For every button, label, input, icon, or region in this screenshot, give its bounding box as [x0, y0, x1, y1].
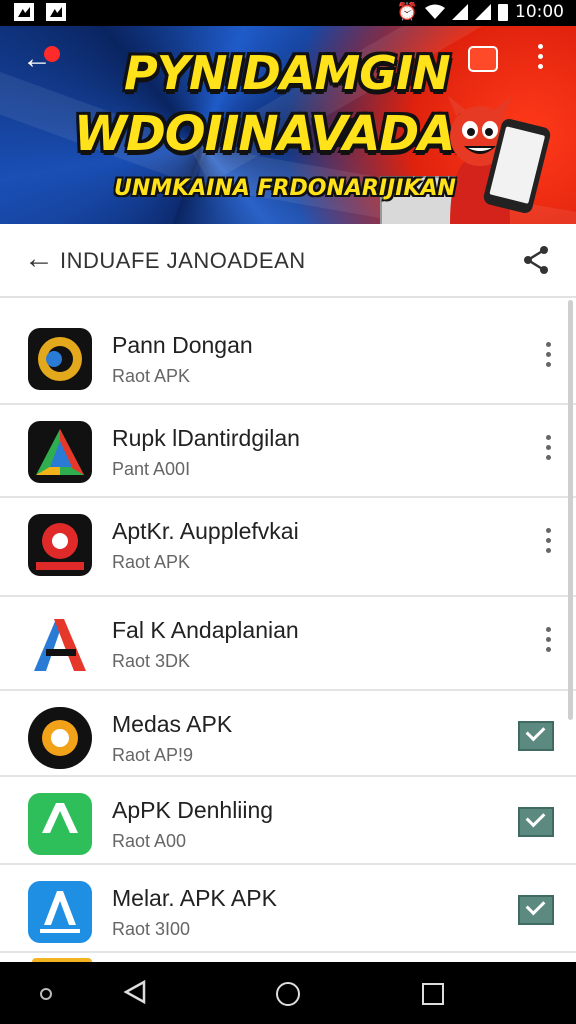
app-subtitle: Raot APK — [112, 366, 191, 386]
overflow-menu-icon[interactable] — [546, 528, 554, 558]
nav-dot-icon[interactable] — [40, 988, 52, 1000]
checkbox[interactable] — [518, 721, 554, 751]
status-time: 10:00 — [515, 2, 564, 22]
status-icons: ⏰ 10:00 — [397, 2, 564, 22]
chat-icon[interactable] — [468, 46, 498, 72]
app-subtitle: Raot 3I00 — [112, 919, 191, 939]
app-name: Rupk lDantirdgilan — [112, 425, 300, 451]
share-icon[interactable] — [520, 244, 552, 276]
app-name: Pann Dongan — [112, 332, 253, 358]
navigation-bar — [0, 962, 576, 1024]
app-name: Melar. APK APK — [112, 885, 277, 911]
app-subtitle: Raot AP!9 — [112, 745, 194, 765]
app-bar: ← INDUAFE JANOADEAN — [0, 224, 576, 298]
list-item[interactable]: Fal K Andaplanian Raot 3DK — [0, 597, 576, 691]
app-name: Fal K Andaplanian — [112, 617, 299, 643]
overflow-menu-icon[interactable] — [546, 435, 554, 465]
app-icon-triangle — [28, 421, 92, 483]
back-arrow-icon[interactable]: ← — [24, 244, 54, 274]
nav-home-icon[interactable] — [276, 982, 300, 1006]
gallery-notification-icon — [14, 3, 34, 21]
app-name: ApPK Denhliing — [112, 797, 274, 823]
banner-subtitle: UNMKAINA FRDONARIJIKAN — [114, 176, 456, 201]
app-list: Pann Dongan Raot APK Rupk lDantirdgilan … — [0, 312, 576, 953]
overflow-menu-icon[interactable] — [546, 627, 554, 657]
notification-icons — [14, 3, 66, 21]
photo-notification-icon — [46, 3, 66, 21]
more-icon[interactable] — [538, 44, 544, 74]
app-icon-green-a — [28, 793, 92, 855]
notification-dot — [44, 46, 60, 62]
checkbox[interactable] — [518, 895, 554, 925]
app-subtitle: Raot APK — [112, 552, 191, 572]
list-item[interactable]: Melar. APK APK Raot 3I00 — [0, 865, 576, 953]
wifi-icon — [425, 4, 445, 19]
banner-title-line1: PYNIDAMGIN — [124, 46, 451, 100]
nav-recent-icon[interactable] — [422, 983, 444, 1005]
banner-title-line2: WDOIINAVADAI — [74, 106, 472, 162]
app-subtitle: Raot 3DK — [112, 651, 191, 671]
app-icon-flower — [28, 514, 92, 576]
promo-banner: ← PYNIDAMGIN WDOIINAVADAI UNMKAINA FRDON… — [0, 26, 576, 224]
signal-icon-2 — [475, 4, 491, 20]
status-bar: ⏰ 10:00 — [0, 0, 576, 26]
signal-icon — [452, 4, 468, 20]
page-title: INDUAFE JANOADEAN — [60, 248, 306, 273]
alarm-icon: ⏰ — [396, 2, 418, 22]
app-icon-blue-a — [28, 881, 92, 943]
list-item[interactable]: Rupk lDantirdgilan Pant A00I — [0, 405, 576, 498]
app-name: Medas APK — [112, 711, 233, 737]
list-item[interactable]: Medas APK Raot AP!9 — [0, 691, 576, 777]
list-item[interactable]: ApPK Denhliing Raot A00 — [0, 777, 576, 865]
list-item[interactable]: AptKr. Aupplefvkai Raot APK — [0, 498, 576, 597]
app-subtitle: Raot A00 — [112, 831, 187, 851]
app-icon-gear — [28, 707, 92, 769]
scrollbar[interactable] — [568, 300, 573, 720]
battery-icon — [498, 3, 508, 21]
overflow-menu-icon[interactable] — [546, 342, 554, 372]
list-item[interactable]: Pann Dongan Raot APK — [0, 312, 576, 405]
nav-back-icon[interactable] — [124, 980, 146, 1004]
app-name: AptKr. Aupplefvkai — [112, 518, 299, 544]
app-subtitle: Pant A00I — [112, 459, 191, 479]
app-icon-ring — [28, 328, 92, 390]
checkbox[interactable] — [518, 807, 554, 837]
app-icon-letter-a — [28, 613, 92, 675]
